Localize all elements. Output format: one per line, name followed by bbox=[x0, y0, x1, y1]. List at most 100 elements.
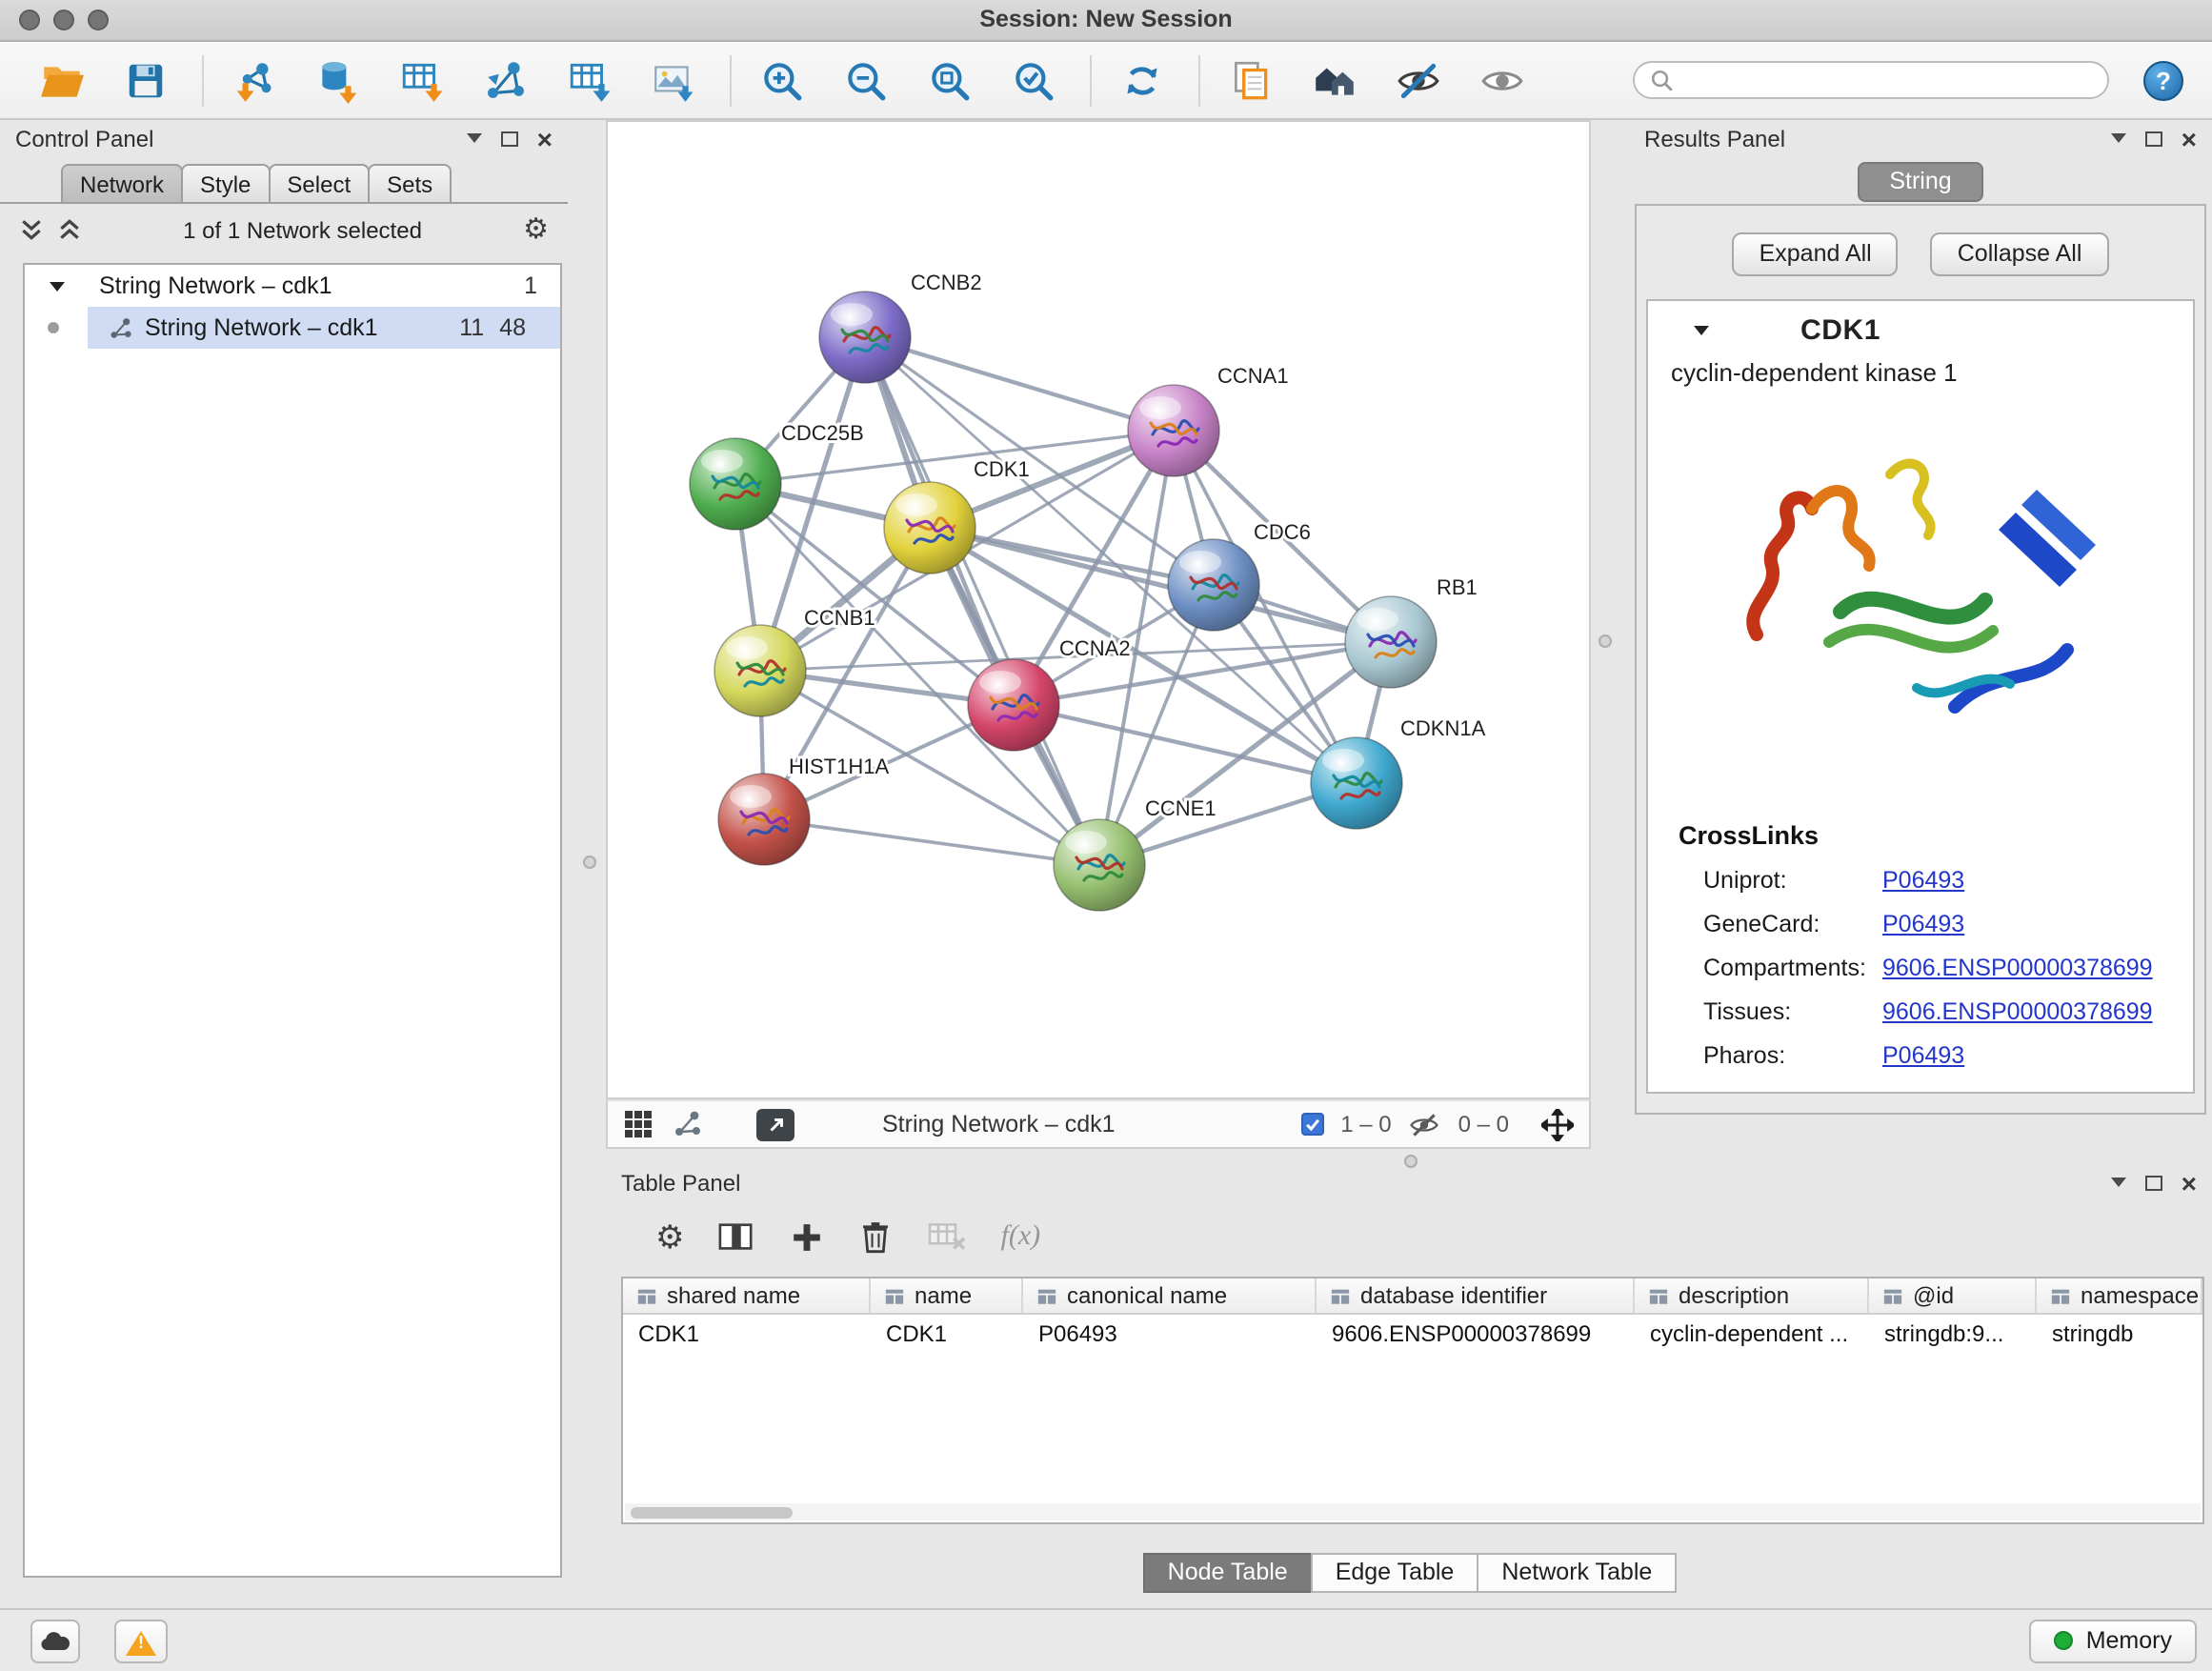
export-image-button[interactable] bbox=[646, 53, 699, 107]
window-close-button[interactable] bbox=[19, 10, 40, 30]
vertical-splitter-handle[interactable] bbox=[583, 856, 596, 869]
network-node-CCNA1[interactable]: CCNA1 bbox=[1128, 364, 1289, 476]
panel-float-icon[interactable] bbox=[2145, 1175, 2162, 1190]
add-column-button[interactable] bbox=[790, 1218, 826, 1255]
network-node-CDKN1A[interactable]: CDKN1A bbox=[1311, 716, 1486, 829]
selected-checkbox-icon[interactable] bbox=[1300, 1113, 1323, 1136]
scrollbar-thumb[interactable] bbox=[631, 1506, 793, 1518]
column-header[interactable]: canonical name bbox=[1023, 1278, 1317, 1313]
column-header[interactable]: shared name bbox=[623, 1278, 871, 1313]
column-header[interactable]: description bbox=[1635, 1278, 1869, 1313]
tab-edge-table[interactable]: Edge Table bbox=[1311, 1553, 1479, 1593]
panel-menu-icon[interactable] bbox=[2111, 133, 2126, 151]
panel-float-icon[interactable] bbox=[2145, 131, 2162, 146]
window-minimize-button[interactable] bbox=[53, 10, 74, 30]
crosslink-value[interactable]: 9606.ENSP00000378699 bbox=[1882, 998, 2153, 1025]
network-node-CDC6[interactable]: CDC6 bbox=[1168, 520, 1311, 631]
zoom-selected-button[interactable] bbox=[1006, 53, 1059, 107]
panel-close-icon[interactable]: × bbox=[537, 129, 553, 148]
network-node-HIST1H1A[interactable]: HIST1H1A bbox=[718, 755, 889, 865]
move-crosshair-icon[interactable] bbox=[1541, 1108, 1574, 1140]
crosslink-value[interactable]: P06493 bbox=[1882, 911, 1964, 937]
tree-collapse-icon[interactable] bbox=[50, 281, 65, 298]
network-node-CCNB1[interactable]: CCNB1 bbox=[714, 606, 875, 716]
expand-all-icon[interactable] bbox=[57, 217, 82, 242]
import-network-button[interactable] bbox=[227, 53, 280, 107]
show-all-networks-button[interactable] bbox=[1307, 53, 1360, 107]
crosslink-value[interactable]: P06493 bbox=[1882, 867, 1964, 894]
import-network-from-database-button[interactable] bbox=[311, 53, 364, 107]
hidden-counts: 0 – 0 bbox=[1458, 1111, 1509, 1137]
network-share-button[interactable] bbox=[673, 1109, 703, 1139]
network-edge[interactable] bbox=[865, 337, 1174, 431]
column-header[interactable]: namespace bbox=[2037, 1278, 2202, 1313]
network-edge[interactable] bbox=[1014, 705, 1357, 783]
gear-icon[interactable]: ⚙ bbox=[523, 215, 549, 244]
select-columns-button[interactable] bbox=[717, 1218, 757, 1255]
zoom-fit-button[interactable] bbox=[922, 53, 975, 107]
node-label: HIST1H1A bbox=[789, 755, 889, 778]
network-canvas[interactable]: CCNB2CCNA1CDC25BCDK1CDC6RB1CCNB1CCNA2CDK… bbox=[608, 122, 1589, 1097]
hide-panel-button[interactable] bbox=[1391, 53, 1444, 107]
open-session-button[interactable] bbox=[34, 53, 88, 107]
crosslink-value[interactable]: P06493 bbox=[1882, 1042, 1964, 1069]
function-builder-button[interactable]: f(x) bbox=[1001, 1220, 1041, 1253]
export-network-button[interactable] bbox=[478, 53, 532, 107]
delete-column-button[interactable] bbox=[858, 1217, 895, 1257]
grid-view-button[interactable] bbox=[623, 1109, 654, 1139]
column-header[interactable]: @id bbox=[1869, 1278, 2037, 1313]
warnings-button[interactable]: ! bbox=[114, 1619, 168, 1662]
copy-document-button[interactable] bbox=[1223, 53, 1277, 107]
horizontal-scrollbar[interactable] bbox=[625, 1503, 2201, 1520]
network-node-count: 11 bbox=[459, 314, 484, 341]
cloud-status-button[interactable] bbox=[30, 1619, 80, 1662]
network-view[interactable]: CCNB2CCNA1CDC25BCDK1CDC6RB1CCNB1CCNA2CDK… bbox=[606, 120, 1591, 1099]
column-header[interactable]: name bbox=[871, 1278, 1023, 1313]
help-button[interactable]: ? bbox=[2143, 59, 2185, 101]
gene-collapse-icon[interactable] bbox=[1694, 325, 1709, 342]
network-row-selected[interactable]: String Network – cdk1 11 48 bbox=[25, 307, 560, 349]
panel-close-icon[interactable]: × bbox=[2182, 1173, 2197, 1192]
show-panel-button[interactable] bbox=[1475, 53, 1528, 107]
tab-style[interactable]: Style bbox=[181, 164, 270, 202]
network-edge[interactable] bbox=[865, 337, 1099, 865]
tab-node-table[interactable]: Node Table bbox=[1143, 1553, 1313, 1593]
apply-layout-button[interactable] bbox=[1115, 53, 1168, 107]
memory-button[interactable]: Memory bbox=[2029, 1619, 2197, 1662]
network-edge[interactable] bbox=[930, 528, 1391, 642]
panel-menu-icon[interactable] bbox=[467, 133, 482, 151]
table-row[interactable]: CDK1 CDK1 P06493 9606.ENSP00000378699 cy… bbox=[623, 1315, 2202, 1351]
save-session-button[interactable] bbox=[118, 53, 171, 107]
window-zoom-button[interactable] bbox=[88, 10, 109, 30]
grid-icon bbox=[623, 1109, 654, 1139]
tab-select[interactable]: Select bbox=[268, 164, 370, 202]
panel-close-icon[interactable]: × bbox=[2182, 129, 2197, 148]
table-settings-gear-icon[interactable]: ⚙ bbox=[655, 1222, 685, 1251]
birdseye-view-button[interactable] bbox=[756, 1108, 794, 1140]
panel-float-icon[interactable] bbox=[501, 131, 518, 146]
zoom-in-button[interactable] bbox=[754, 53, 808, 107]
node-label: CDC25B bbox=[781, 421, 864, 445]
network-node-CDK1[interactable]: CDK1 bbox=[884, 457, 1030, 574]
collapse-all-button[interactable]: Collapse All bbox=[1931, 232, 2109, 276]
delete-table-button[interactable] bbox=[927, 1219, 969, 1254]
network-edge[interactable] bbox=[764, 819, 1099, 865]
export-table-button[interactable] bbox=[562, 53, 615, 107]
network-node-RB1[interactable]: RB1 bbox=[1345, 575, 1478, 688]
tab-network[interactable]: Network bbox=[61, 164, 183, 202]
collapse-all-icon[interactable] bbox=[19, 217, 44, 242]
tab-sets[interactable]: Sets bbox=[368, 164, 452, 202]
node-table[interactable]: shared name name canonical name database… bbox=[621, 1277, 2204, 1524]
network-collection-row[interactable]: String Network – cdk1 1 bbox=[25, 265, 560, 307]
crosslink-value[interactable]: 9606.ENSP00000378699 bbox=[1882, 955, 2153, 981]
column-header[interactable]: database identifier bbox=[1317, 1278, 1635, 1313]
horizontal-splitter-handle[interactable] bbox=[1404, 1155, 1418, 1168]
tab-string[interactable]: String bbox=[1857, 162, 1983, 202]
tab-network-table[interactable]: Network Table bbox=[1477, 1553, 1677, 1593]
expand-all-button[interactable]: Expand All bbox=[1733, 232, 1899, 276]
zoom-out-button[interactable] bbox=[838, 53, 892, 107]
import-table-button[interactable] bbox=[394, 53, 448, 107]
vertical-splitter-handle[interactable] bbox=[1599, 634, 1612, 648]
panel-menu-icon[interactable] bbox=[2111, 1178, 2126, 1195]
search-input[interactable] bbox=[1684, 67, 2092, 93]
